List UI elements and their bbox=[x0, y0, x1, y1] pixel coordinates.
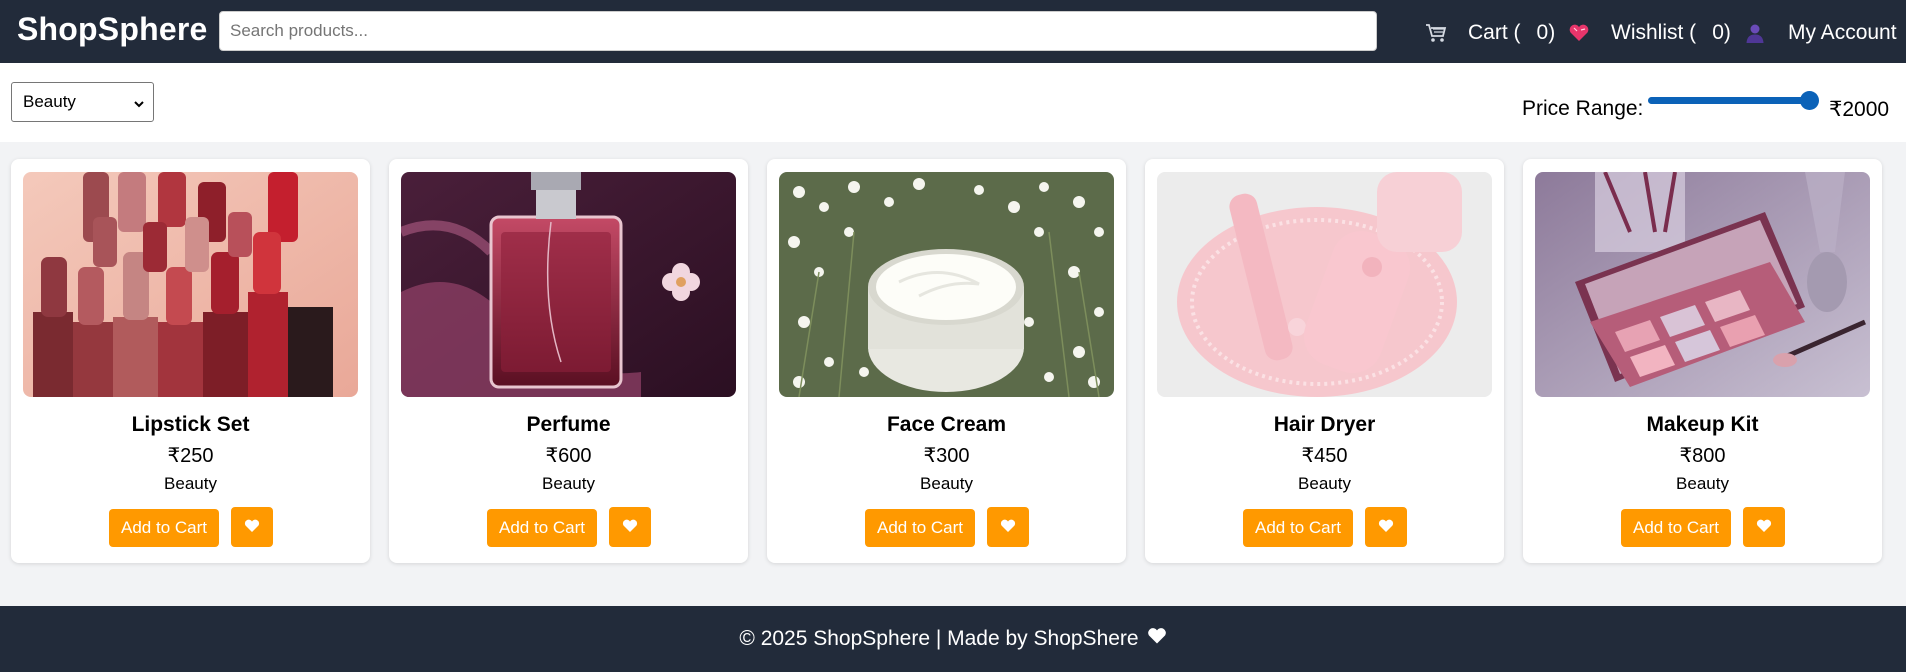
chevron-down-icon bbox=[133, 95, 145, 115]
cart-link[interactable]: Cart ( 0) bbox=[1425, 19, 1555, 47]
add-to-cart-button[interactable]: Add to Cart bbox=[109, 509, 219, 547]
price-range-thumb[interactable] bbox=[1800, 91, 1820, 110]
product-price: ₹450 bbox=[1301, 445, 1348, 467]
product-card: Hair Dryer ₹450 Beauty Add to Cart bbox=[1145, 159, 1504, 563]
product-price: ₹800 bbox=[1679, 445, 1726, 467]
search-input[interactable] bbox=[219, 11, 1377, 51]
wishlist-count: 0) bbox=[1712, 21, 1731, 44]
product-card: Face Cream ₹300 Beauty Add to Cart bbox=[767, 159, 1126, 563]
product-image-lipstick-set[interactable] bbox=[23, 172, 358, 397]
price-range-slider[interactable] bbox=[1648, 91, 1820, 110]
product-name: Hair Dryer bbox=[1273, 413, 1376, 436]
product-image-hair-dryer[interactable] bbox=[1157, 172, 1492, 397]
footer-text: © 2025 ShopSphere | Made by ShopShere bbox=[739, 627, 1139, 650]
product-price: ₹300 bbox=[923, 445, 970, 467]
footer: © 2025 ShopSphere | Made by ShopShere bbox=[0, 606, 1906, 672]
product-card: Makeup Kit ₹800 Beauty Add to Cart bbox=[1523, 159, 1882, 563]
product-category: Beauty bbox=[164, 474, 217, 493]
add-to-wishlist-button[interactable] bbox=[609, 507, 651, 547]
product-price: ₹600 bbox=[545, 445, 592, 467]
brand-logo[interactable]: ShopSphere bbox=[17, 11, 207, 48]
product-name: Face Cream bbox=[886, 413, 1007, 436]
add-to-cart-button[interactable]: Add to Cart bbox=[487, 509, 597, 547]
product-image-makeup-kit[interactable] bbox=[1535, 172, 1870, 397]
add-to-cart-button[interactable]: Add to Cart bbox=[1243, 509, 1353, 547]
my-account-link[interactable]: My Account bbox=[1745, 19, 1897, 47]
product-card: Lipstick Set ₹250 Beauty Add to Cart bbox=[11, 159, 370, 563]
product-name: Perfume bbox=[526, 413, 611, 436]
white-heart-icon bbox=[622, 519, 638, 536]
add-to-cart-button[interactable]: Add to Cart bbox=[1621, 509, 1731, 547]
product-name: Lipstick Set bbox=[131, 413, 250, 436]
product-name: Makeup Kit bbox=[1646, 413, 1759, 436]
cart-label: Cart ( bbox=[1468, 21, 1521, 44]
wishlist-label: Wishlist ( bbox=[1611, 21, 1697, 44]
filter-bar: Beauty Price Range: ₹2000 bbox=[0, 63, 1906, 142]
category-selected-value: Beauty bbox=[23, 92, 76, 111]
white-heart-icon bbox=[1147, 627, 1167, 651]
product-category: Beauty bbox=[920, 474, 973, 493]
top-navigation-bar: ShopSphere Cart ( 0) Wishlist ( 0) bbox=[0, 0, 1906, 63]
my-account-label: My Account bbox=[1788, 21, 1897, 44]
add-to-wishlist-button[interactable] bbox=[1743, 507, 1785, 547]
price-range-label: Price Range: bbox=[1522, 97, 1644, 120]
product-category: Beauty bbox=[1676, 474, 1729, 493]
product-price: ₹250 bbox=[167, 445, 214, 467]
white-heart-icon bbox=[244, 519, 260, 536]
price-range-value: ₹2000 bbox=[1829, 98, 1890, 121]
category-select[interactable]: Beauty bbox=[11, 82, 154, 122]
product-image-perfume[interactable] bbox=[401, 172, 736, 397]
cart-count: 0) bbox=[1536, 21, 1556, 44]
product-card: Perfume ₹600 Beauty Add to Cart bbox=[389, 159, 748, 563]
add-to-wishlist-button[interactable] bbox=[231, 507, 273, 547]
product-category: Beauty bbox=[1298, 474, 1351, 493]
white-heart-icon bbox=[1000, 519, 1016, 536]
product-category: Beauty bbox=[542, 474, 595, 493]
product-image-face-cream[interactable] bbox=[779, 172, 1114, 397]
add-to-wishlist-button[interactable] bbox=[987, 507, 1029, 547]
price-range-fill bbox=[1648, 97, 1811, 104]
add-to-cart-button[interactable]: Add to Cart bbox=[865, 509, 975, 547]
white-heart-icon bbox=[1756, 519, 1772, 536]
add-to-wishlist-button[interactable] bbox=[1365, 507, 1407, 547]
wishlist-link[interactable]: Wishlist ( 0) bbox=[1568, 19, 1731, 47]
white-heart-icon bbox=[1378, 519, 1394, 536]
